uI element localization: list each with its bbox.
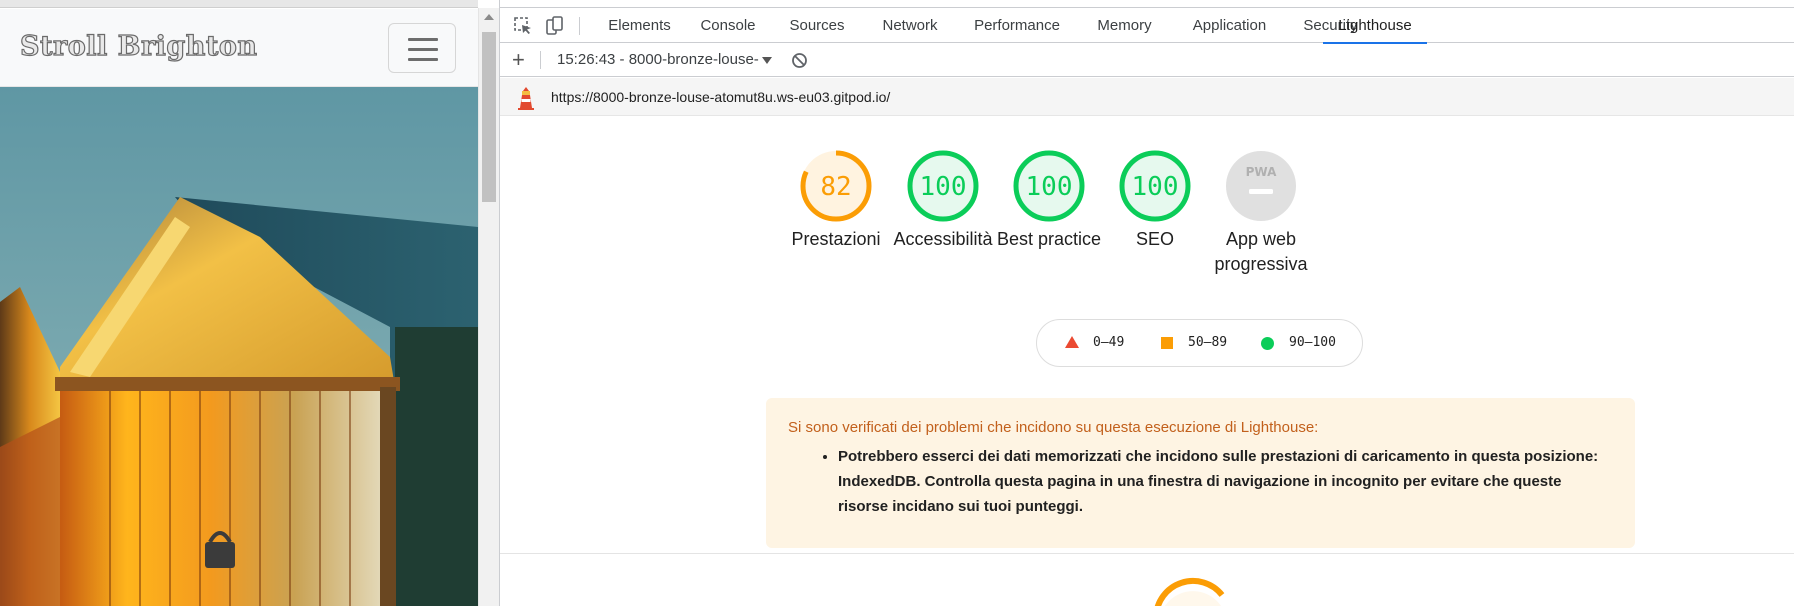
report-url[interactable]: https://8000-bronze-louse-atomut8u.ws-eu… [551, 78, 890, 116]
navbar-toggle-button[interactable] [388, 23, 456, 73]
new-report-plus-icon[interactable]: + [512, 47, 525, 73]
scrollbar-thumb[interactable] [482, 32, 496, 202]
site-navbar: Stroll Brighton [0, 9, 478, 87]
lighthouse-report: 82 Prestazioni 100 Accessibilità 100 Best pra… [500, 117, 1794, 606]
site-brand[interactable]: Stroll Brighton [19, 30, 257, 62]
report-url-bar: https://8000-bronze-louse-atomut8u.ws-eu… [500, 78, 1794, 116]
lighthouse-warning-box: Si sono verificati dei problemi che inci… [766, 398, 1635, 548]
hero-image [0, 87, 478, 606]
tabbar-separator [579, 17, 580, 35]
legend-average-square-icon [1161, 337, 1173, 349]
pwa-dash-icon [1249, 189, 1273, 194]
legend-pass-circle-icon [1261, 337, 1274, 350]
scroll-up-arrow-icon[interactable] [484, 14, 494, 20]
tab-console[interactable]: Console [689, 9, 767, 43]
legend-fail-triangle-icon [1065, 336, 1079, 348]
hamburger-icon [408, 38, 438, 41]
devtools-panel: Elements Console Sources Network Perform… [499, 0, 1794, 606]
gauge-score-performance: 82 [820, 172, 851, 202]
gauge-pwa[interactable]: PWA App web progressiva [1196, 149, 1326, 277]
gauge-ring-accessibility: 100 [907, 150, 979, 222]
legend-average-range: 50–89 [1188, 335, 1228, 350]
lighthouse-toolbar: + 15:26:43 - 8000-bronze-louse- [500, 44, 1794, 77]
tab-sources[interactable]: Sources [777, 9, 857, 43]
warning-title: Si sono verificati dei problemi che inci… [788, 419, 1319, 436]
devtools-top-border [500, 0, 1794, 8]
device-toolbar-icon[interactable] [544, 15, 566, 37]
tab-application[interactable]: Application [1176, 9, 1283, 43]
gauge-label-pwa: App web progressiva [1214, 229, 1308, 274]
devtools-tabbar: Elements Console Sources Network Perform… [500, 9, 1794, 44]
tab-elements[interactable]: Elements [601, 9, 678, 43]
gauge-ring-performance: 82 [800, 150, 872, 222]
viewport-top-border [0, 0, 478, 8]
gauge-ring-seo: 100 [1119, 150, 1191, 222]
performance-detail-gauge-partial [1154, 578, 1225, 606]
gauge-score-accessibility: 100 [920, 172, 967, 202]
toolbar-separator [540, 51, 541, 69]
tab-network[interactable]: Network [869, 9, 951, 43]
page-scrollbar[interactable] [478, 8, 499, 606]
tab-lighthouse[interactable]: Lighthouse [1323, 9, 1427, 44]
clear-all-block-icon[interactable] [791, 52, 808, 69]
report-dropdown-caret-icon[interactable] [762, 57, 772, 64]
legend-fail-range: 0–49 [1093, 335, 1125, 350]
gauge-score-seo: 100 [1132, 172, 1179, 202]
beach-huts-image [0, 87, 478, 606]
lighthouse-logo-icon [518, 87, 534, 110]
warning-item: Potrebbero esserci dei dati memorizzati … [838, 444, 1613, 519]
report-selector[interactable]: 15:26:43 - 8000-bronze-louse- [557, 44, 759, 76]
score-legend: 0–49 50–89 90–100 [1036, 319, 1363, 367]
website-preview: Stroll Brighton [0, 0, 478, 606]
tab-memory[interactable]: Memory [1083, 9, 1166, 43]
gauge-score-best-practices: 100 [1026, 172, 1073, 202]
warning-list: Potrebbero esserci dei dati memorizzati … [788, 444, 1613, 519]
tab-performance[interactable]: Performance [961, 9, 1073, 43]
gauge-ring-pwa: PWA [1226, 151, 1296, 221]
inspect-element-icon[interactable] [512, 15, 534, 37]
report-divider [500, 553, 1794, 554]
legend-pass-range: 90–100 [1289, 335, 1336, 350]
pwa-badge-text: PWA [1246, 165, 1277, 179]
gauge-ring-best-practices: 100 [1013, 150, 1085, 222]
